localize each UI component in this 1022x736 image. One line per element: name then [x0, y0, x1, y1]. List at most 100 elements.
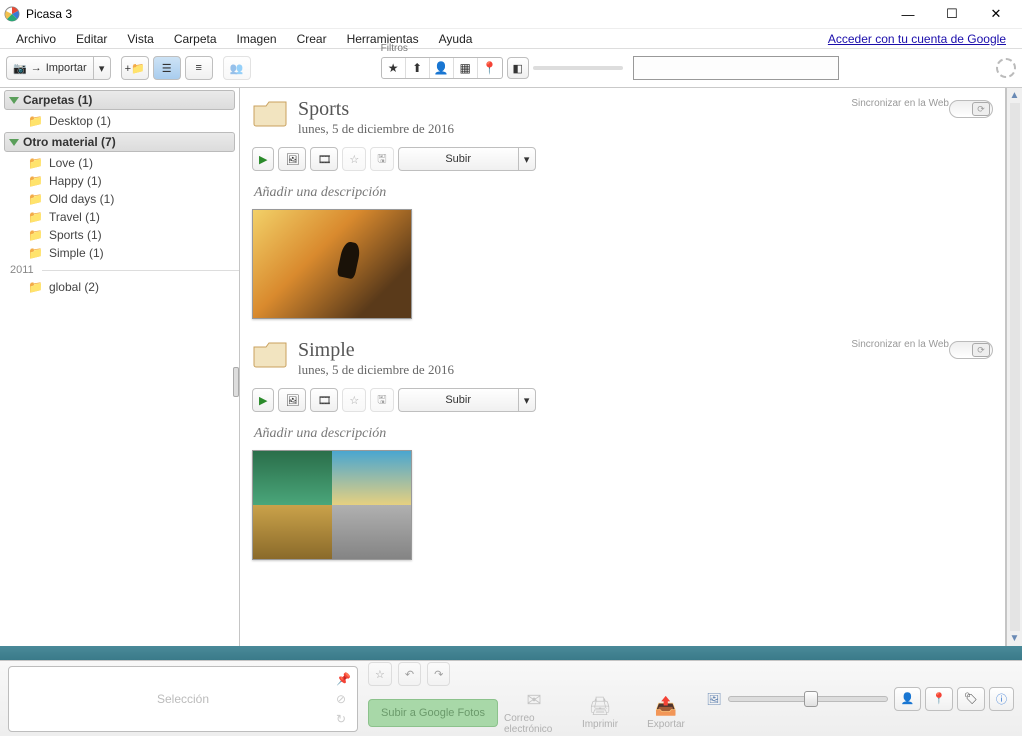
filter-faces[interactable]: 👤 — [430, 58, 454, 78]
filter-slider-handle[interactable]: ◧ — [507, 57, 529, 79]
info-button[interactable]: ⓘ — [989, 687, 1014, 711]
export-button[interactable]: 📤Exportar — [636, 696, 696, 730]
folder-icon — [252, 339, 288, 369]
photo-tray-footer: Selección 📌 ⊘ ↻ ☆ ↶ ↷ Subir a Google Fot… — [0, 660, 1022, 736]
star-icon: ☆ — [349, 394, 359, 407]
folder-icon: 📁 — [28, 228, 43, 242]
menu-vista[interactable]: Vista — [117, 30, 163, 48]
album-title[interactable]: Simple — [298, 339, 454, 362]
rotate-tray-icon[interactable]: ↻ — [336, 712, 351, 726]
tag-button[interactable]: 🖫 — [370, 147, 393, 171]
rotate-left-button[interactable]: ↶ — [398, 662, 421, 686]
view-list-button[interactable]: ☰ — [153, 56, 181, 80]
album-description[interactable]: Añadir una descripción — [254, 185, 993, 201]
play-icon: ▶ — [259, 153, 267, 166]
clear-icon[interactable]: ⊘ — [336, 692, 351, 706]
google-login-link[interactable]: Acceder con tu cuenta de Google — [828, 32, 1006, 46]
rotate-right-button[interactable]: ↷ — [427, 662, 450, 686]
sidebar-item-sports[interactable]: 📁Sports (1) — [0, 226, 239, 244]
sidebar-item-label: global (2) — [49, 280, 99, 294]
upload-button[interactable]: Subir ▾ — [398, 147, 536, 171]
view-tree-button[interactable]: ≡ — [185, 56, 213, 80]
window-minimize-button[interactable]: — — [886, 0, 930, 28]
tag-button[interactable]: 🖫 — [370, 388, 393, 412]
year-group-2011: 2011 — [0, 262, 239, 278]
sidebar-resize-handle[interactable] — [233, 367, 239, 397]
photo-thumbnail[interactable] — [252, 450, 412, 560]
upload-button[interactable]: Subir ▾ — [398, 388, 536, 412]
people-button[interactable]: 👥 — [223, 56, 251, 80]
sync-toggle[interactable]: ⟳ — [949, 341, 993, 359]
upload-dropdown[interactable]: ▾ — [518, 388, 536, 412]
star-button[interactable]: ☆ — [342, 388, 366, 412]
folder-icon: 📁 — [28, 246, 43, 260]
sidebar-item-simple[interactable]: 📁Simple (1) — [0, 244, 239, 262]
filter-movies[interactable]: ▦ — [454, 58, 478, 78]
zoom-slider[interactable] — [728, 696, 888, 702]
play-slideshow-button[interactable]: ▶ — [252, 388, 274, 412]
movie-button[interactable]: 🎞 — [310, 147, 338, 171]
album-title[interactable]: Sports — [298, 98, 454, 121]
vertical-scrollbar[interactable]: ▲ ▼ — [1006, 88, 1022, 646]
menu-editar[interactable]: Editar — [66, 30, 117, 48]
import-button[interactable]: 📷 → Importar ▾ — [6, 56, 111, 80]
export-icon: 📤 — [655, 696, 677, 717]
folder-icon: 📁 — [28, 280, 43, 294]
sidebar-item-old-days[interactable]: 📁Old days (1) — [0, 190, 239, 208]
sync-toggle[interactable]: ⟳ — [949, 100, 993, 118]
window-titlebar: Picasa 3 — ☐ ✕ — [0, 0, 1022, 28]
thumb-small-icon[interactable]: 🖼 — [706, 692, 721, 706]
add-folder-button[interactable]: +📁 — [121, 56, 149, 80]
email-button[interactable]: ✉Correo electrónico — [504, 690, 564, 735]
geo-tag-button[interactable]: 📍 — [925, 687, 953, 711]
scroll-down-icon[interactable]: ▼ — [1010, 633, 1020, 644]
sidebar-item-travel[interactable]: 📁Travel (1) — [0, 208, 239, 226]
selection-tray[interactable]: Selección 📌 ⊘ ↻ — [8, 666, 358, 732]
sidebar-item-label: Travel (1) — [49, 210, 100, 224]
movie-button[interactable]: 🎞 — [310, 388, 338, 412]
section-carpetas[interactable]: Carpetas (1) — [4, 90, 235, 110]
search-input[interactable] — [633, 56, 839, 80]
window-close-button[interactable]: ✕ — [974, 0, 1018, 28]
menu-ayuda[interactable]: Ayuda — [429, 30, 483, 48]
album-simple: Simple lunes, 5 de diciembre de 2016 Sin… — [252, 339, 993, 560]
play-slideshow-button[interactable]: ▶ — [252, 147, 274, 171]
app-icon — [4, 6, 20, 22]
section-otro-material[interactable]: Otro material (7) — [4, 132, 235, 152]
collage-button[interactable]: 🖼 — [278, 388, 306, 412]
sidebar-item-desktop[interactable]: 📁 Desktop (1) — [0, 112, 239, 130]
album-description[interactable]: Añadir una descripción — [254, 426, 993, 442]
menu-crear[interactable]: Crear — [287, 30, 337, 48]
menu-carpeta[interactable]: Carpeta — [164, 30, 227, 48]
import-dropdown[interactable]: ▾ — [93, 56, 111, 80]
menu-imagen[interactable]: Imagen — [227, 30, 287, 48]
camera-icon: 📷 — [13, 62, 27, 75]
zoom-knob[interactable] — [804, 691, 818, 707]
window-maximize-button[interactable]: ☐ — [930, 0, 974, 28]
tags-button[interactable]: 🏷 — [957, 687, 985, 711]
collapse-icon — [9, 97, 19, 104]
star-tray-button[interactable]: ☆ — [368, 662, 392, 686]
scroll-up-icon[interactable]: ▲ — [1010, 90, 1020, 101]
filter-slider-track[interactable] — [533, 66, 623, 70]
tag-icon: 🖫 — [377, 391, 386, 410]
sidebar-item-love[interactable]: 📁Love (1) — [0, 154, 239, 172]
print-button[interactable]: 🖨Imprimir — [570, 696, 630, 730]
sidebar-item-happy[interactable]: 📁Happy (1) — [0, 172, 239, 190]
sidebar-item-global[interactable]: 📁 global (2) — [0, 278, 239, 296]
photo-thumbnail[interactable] — [252, 209, 412, 319]
filter-geo[interactable]: 📍 — [478, 58, 502, 78]
upload-dropdown[interactable]: ▾ — [518, 147, 536, 171]
main-toolbar: 📷 → Importar ▾ +📁 ☰ ≡ 👥 Filtros ★ ⬆ 👤 ▦ … — [0, 48, 1022, 88]
menu-archivo[interactable]: Archivo — [6, 30, 66, 48]
collage-button[interactable]: 🖼 — [278, 147, 306, 171]
sidebar-item-label: Love (1) — [49, 156, 93, 170]
google-photos-upload-button[interactable]: Subir a Google Fotos — [368, 699, 498, 727]
sync-label: Sincronizar en la Web — [851, 98, 949, 109]
filter-upload[interactable]: ⬆ — [406, 58, 430, 78]
pin-icon[interactable]: 📌 — [336, 672, 351, 686]
scroll-track[interactable] — [1010, 103, 1020, 631]
star-button[interactable]: ☆ — [342, 147, 366, 171]
tag-people-button[interactable]: 👤 — [894, 687, 922, 711]
filter-starred[interactable]: ★ — [382, 58, 406, 78]
